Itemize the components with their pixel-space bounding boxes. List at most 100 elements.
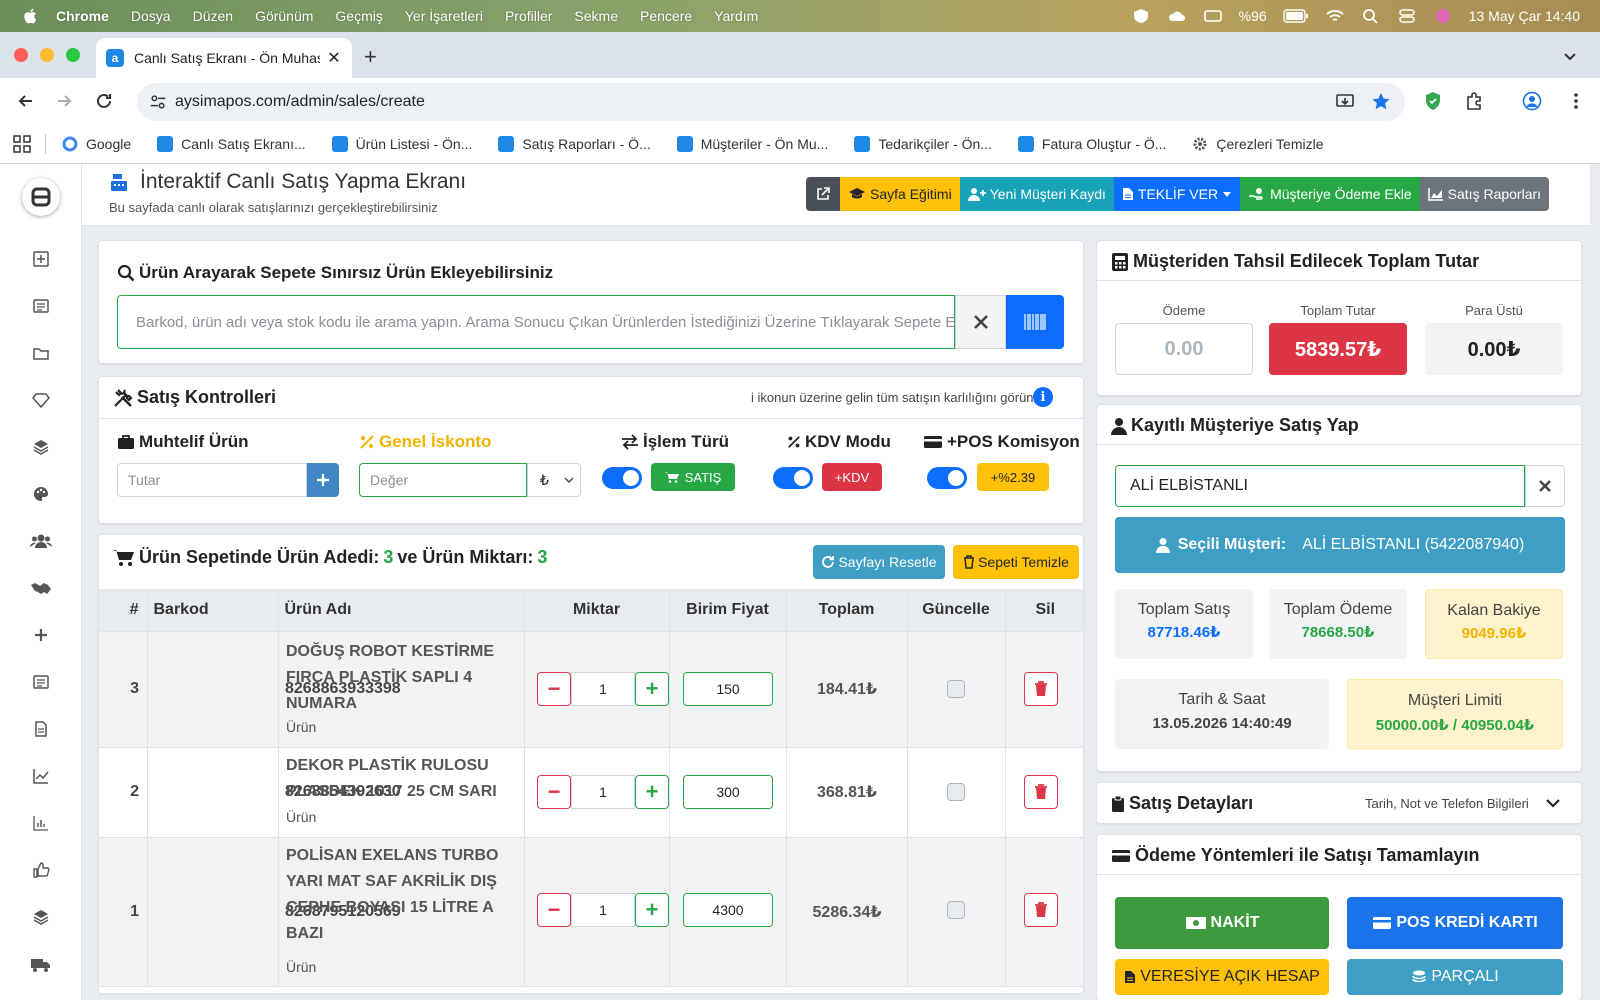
- diamond-icon[interactable]: [32, 391, 50, 409]
- window-zoom-button[interactable]: [66, 48, 80, 62]
- bookmark-live-sales[interactable]: Canlı Satış Ekranı...: [157, 135, 306, 152]
- menu-edit[interactable]: Düzen: [193, 8, 233, 24]
- browser-tab-active[interactable]: a Canlı Satış Ekranı - Ön Muhas ✕: [96, 38, 352, 78]
- bookmark-suppliers[interactable]: Tedarikçiler - Ön...: [854, 135, 992, 152]
- unit-price-input[interactable]: 150: [683, 672, 773, 706]
- line-chart-icon[interactable]: [32, 767, 50, 785]
- thumbs-up-icon[interactable]: [32, 861, 50, 879]
- menu-view[interactable]: Görünüm: [255, 8, 313, 24]
- forward-arrow-icon[interactable]: [54, 91, 74, 111]
- unit-price-input[interactable]: 300: [683, 775, 773, 809]
- clear-cart-button[interactable]: Sepeti Temizle: [953, 545, 1079, 579]
- qty-input[interactable]: 1: [571, 672, 635, 706]
- customer-search-input[interactable]: ALİ ELBİSTANLI: [1115, 465, 1525, 507]
- menu-app[interactable]: Chrome: [56, 8, 109, 24]
- back-arrow-icon[interactable]: [16, 91, 36, 111]
- new-customer-button[interactable]: Yeni Müşteri Kaydı: [959, 177, 1114, 211]
- list-icon[interactable]: [32, 297, 50, 315]
- users-icon[interactable]: [30, 532, 52, 550]
- bar-chart-icon[interactable]: [32, 814, 50, 832]
- bookmark-star-icon[interactable]: [1371, 92, 1391, 112]
- apple-icon[interactable]: [22, 7, 40, 25]
- qty-input[interactable]: 1: [571, 893, 635, 927]
- menu-help[interactable]: Yardım: [714, 8, 758, 24]
- update-checkbox[interactable]: [947, 783, 965, 801]
- site-settings-icon[interactable]: [149, 93, 167, 111]
- unit-price-input[interactable]: 4300: [683, 893, 773, 927]
- cloud-icon[interactable]: [1167, 8, 1187, 24]
- document-icon[interactable]: [32, 720, 50, 738]
- bookmark-product-list[interactable]: Ürün Listesi - Ön...: [331, 135, 472, 152]
- pos-commission-toggle[interactable]: [927, 467, 967, 489]
- discount-unit-select[interactable]: ₺: [527, 463, 581, 497]
- window-close-button[interactable]: [14, 48, 28, 62]
- sale-details-card[interactable]: Satış Detayları Tarih, Not ve Telefon Bi…: [1096, 782, 1582, 824]
- extension-shield-icon[interactable]: [1423, 91, 1443, 111]
- stack-icon[interactable]: [32, 908, 50, 926]
- apps-grid-icon[interactable]: [13, 134, 31, 153]
- handshake-icon[interactable]: [30, 579, 52, 597]
- window-minimize-button[interactable]: [40, 48, 54, 62]
- pay-cash-button[interactable]: NAKİT: [1115, 897, 1329, 949]
- reset-page-button[interactable]: Sayfayı Resetle: [813, 545, 945, 579]
- control-center-icon[interactable]: [1397, 8, 1417, 24]
- add-payment-button[interactable]: Müşteriye Ödeme Ekle: [1240, 177, 1420, 211]
- shield-status-icon[interactable]: [1131, 8, 1151, 24]
- install-app-icon[interactable]: [1335, 92, 1355, 112]
- battery-icon[interactable]: [1283, 8, 1309, 24]
- clock[interactable]: 13 May Çar 14:40: [1469, 8, 1580, 24]
- add-square-icon[interactable]: [32, 250, 50, 268]
- clear-customer-button[interactable]: [1525, 465, 1565, 507]
- spotlight-search-icon[interactable]: [1361, 8, 1381, 24]
- clear-search-button[interactable]: [955, 295, 1006, 349]
- truck-icon[interactable]: [30, 955, 52, 973]
- menu-window[interactable]: Pencere: [640, 8, 692, 24]
- qty-decrease-button[interactable]: −: [537, 893, 571, 927]
- qty-decrease-button[interactable]: −: [537, 672, 571, 706]
- offer-dropdown-button[interactable]: TEKLİF VER: [1113, 177, 1241, 211]
- tab-search-chevron-icon[interactable]: [1560, 46, 1580, 66]
- open-external-button[interactable]: [806, 177, 840, 211]
- discount-value-input[interactable]: Değer: [359, 463, 527, 497]
- delete-row-button[interactable]: [1024, 672, 1058, 706]
- palette-icon[interactable]: [32, 485, 50, 503]
- misc-add-button[interactable]: [307, 463, 339, 497]
- folder-icon[interactable]: [32, 344, 50, 362]
- payment-input[interactable]: 0.00: [1115, 323, 1253, 375]
- menu-profiles[interactable]: Profiller: [505, 8, 552, 24]
- sales-reports-button[interactable]: Satış Raporları: [1419, 177, 1550, 211]
- chrome-menu-icon[interactable]: [1566, 91, 1586, 111]
- profile-avatar-icon[interactable]: [1522, 91, 1542, 111]
- misc-amount-input[interactable]: Tutar: [117, 463, 307, 497]
- qty-decrease-button[interactable]: −: [537, 775, 571, 809]
- url-bar[interactable]: aysimapos.com/admin/sales/create: [137, 83, 1405, 121]
- siri-icon[interactable]: [1433, 8, 1453, 24]
- new-tab-button[interactable]: +: [364, 44, 377, 70]
- plus-icon[interactable]: [32, 626, 50, 644]
- menu-history[interactable]: Geçmiş: [335, 8, 382, 24]
- qty-increase-button[interactable]: +: [635, 672, 669, 706]
- transaction-type-toggle[interactable]: [602, 467, 642, 489]
- product-search-input[interactable]: Barkod, ürün adı veya stok kodu ile aram…: [117, 295, 955, 349]
- delete-row-button[interactable]: [1024, 775, 1058, 809]
- profit-info-icon[interactable]: i: [1033, 387, 1053, 407]
- tab-close-icon[interactable]: ✕: [326, 48, 342, 68]
- keyboard-icon[interactable]: [1203, 8, 1223, 24]
- bookmark-google[interactable]: Google: [62, 136, 131, 152]
- update-checkbox[interactable]: [947, 680, 965, 698]
- chevron-down-icon[interactable]: [1545, 797, 1561, 809]
- kdv-mode-toggle[interactable]: [773, 467, 813, 489]
- pay-card-button[interactable]: POS KREDİ KARTI: [1347, 897, 1563, 949]
- bookmark-invoice[interactable]: Fatura Oluştur - Ö...: [1017, 135, 1166, 152]
- bookmark-clear-cookies[interactable]: Çerezleri Temizle: [1192, 136, 1324, 152]
- reload-icon[interactable]: [94, 91, 114, 111]
- qty-increase-button[interactable]: +: [635, 893, 669, 927]
- bookmark-sales-reports[interactable]: Satış Raporları - Ö...: [498, 135, 651, 152]
- menu-tab[interactable]: Sekme: [574, 8, 618, 24]
- menu-bookmarks[interactable]: Yer İşaretleri: [405, 8, 483, 24]
- page-training-button[interactable]: Sayfa Eğitimi: [840, 177, 960, 211]
- menu-file[interactable]: Dosya: [131, 8, 171, 24]
- invoice-list-icon[interactable]: [32, 673, 50, 691]
- barcode-scan-button[interactable]: [1006, 295, 1064, 349]
- qty-input[interactable]: 1: [571, 775, 635, 809]
